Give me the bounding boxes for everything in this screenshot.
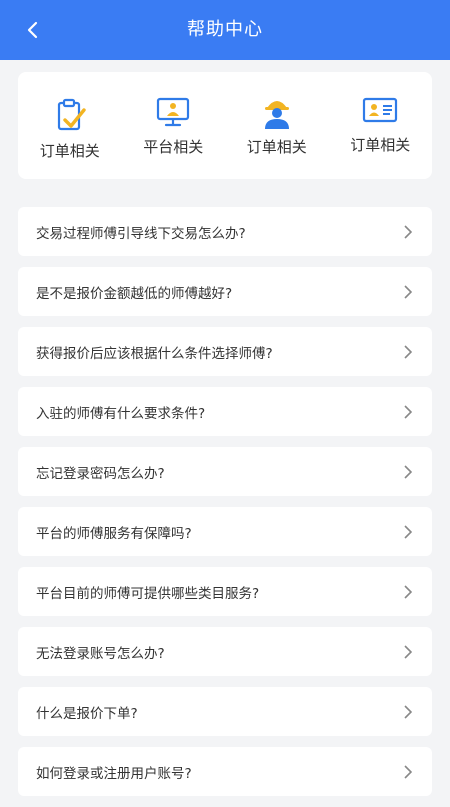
page-title: 帮助中心	[187, 19, 263, 40]
chevron-right-icon	[404, 524, 414, 539]
faq-question: 忘记登录密码怎么办?	[36, 465, 165, 482]
faq-question: 无法登录账号怎么办?	[36, 645, 165, 662]
faq-item[interactable]: 获得报价后应该根据什么条件选择师傅?	[18, 327, 432, 376]
faq-item[interactable]: 无法登录账号怎么办?	[18, 627, 432, 676]
faq-question: 获得报价后应该根据什么条件选择师傅?	[36, 345, 273, 362]
clipboard-check-icon	[50, 96, 90, 136]
faq-list: 交易过程师傅引导线下交易怎么办? 是不是报价金额越低的师傅越好? 获得报价后应该…	[18, 207, 432, 807]
monitor-person-icon	[153, 92, 193, 132]
faq-question: 平台目前的师傅可提供哪些类目服务?	[36, 585, 260, 602]
category-label: 平台相关	[143, 138, 204, 156]
faq-item[interactable]: 什么是报价下单?	[18, 687, 432, 736]
category-label: 订单相关	[350, 136, 411, 154]
chevron-right-icon	[404, 224, 414, 239]
header-bar: 帮助中心	[0, 0, 450, 60]
faq-question: 如何登录或注册用户账号?	[36, 765, 192, 782]
faq-item[interactable]: 是不是报价金额越低的师傅越好?	[18, 267, 432, 316]
faq-item[interactable]: 如何登录或注册用户账号?	[18, 747, 432, 796]
chevron-right-icon	[404, 644, 414, 659]
chevron-right-icon	[404, 464, 414, 479]
faq-item[interactable]: 入驻的师傅有什么要求条件?	[18, 387, 432, 436]
category-label: 订单相关	[39, 142, 100, 160]
faq-item[interactable]: 平台的师傅服务有保障吗?	[18, 507, 432, 556]
chevron-right-icon	[404, 344, 414, 359]
id-card-icon	[360, 90, 400, 130]
worker-helmet-icon	[257, 92, 297, 132]
category-platform[interactable]: 平台相关	[125, 92, 221, 157]
category-order-1[interactable]: 订单相关	[22, 96, 118, 161]
faq-item[interactable]: 忘记登录密码怎么办?	[18, 447, 432, 496]
faq-question: 交易过程师傅引导线下交易怎么办?	[36, 225, 246, 242]
category-panel: 订单相关 平台相关 订单相关 订单相关	[18, 72, 432, 179]
category-label: 订单相关	[246, 138, 307, 156]
back-button[interactable]	[18, 16, 46, 44]
chevron-right-icon	[404, 404, 414, 419]
faq-item[interactable]: 交易过程师傅引导线下交易怎么办?	[18, 207, 432, 256]
chevron-right-icon	[404, 584, 414, 599]
chevron-right-icon	[404, 764, 414, 779]
faq-item[interactable]: 平台目前的师傅可提供哪些类目服务?	[18, 567, 432, 616]
chevron-right-icon	[404, 284, 414, 299]
faq-question: 什么是报价下单?	[36, 705, 138, 722]
faq-question: 入驻的师傅有什么要求条件?	[36, 405, 206, 422]
category-order-3[interactable]: 订单相关	[332, 90, 428, 155]
chevron-left-icon	[27, 21, 38, 39]
category-order-2[interactable]: 订单相关	[229, 92, 325, 157]
faq-question: 平台的师傅服务有保障吗?	[36, 525, 192, 542]
chevron-right-icon	[404, 704, 414, 719]
faq-question: 是不是报价金额越低的师傅越好?	[36, 285, 233, 302]
